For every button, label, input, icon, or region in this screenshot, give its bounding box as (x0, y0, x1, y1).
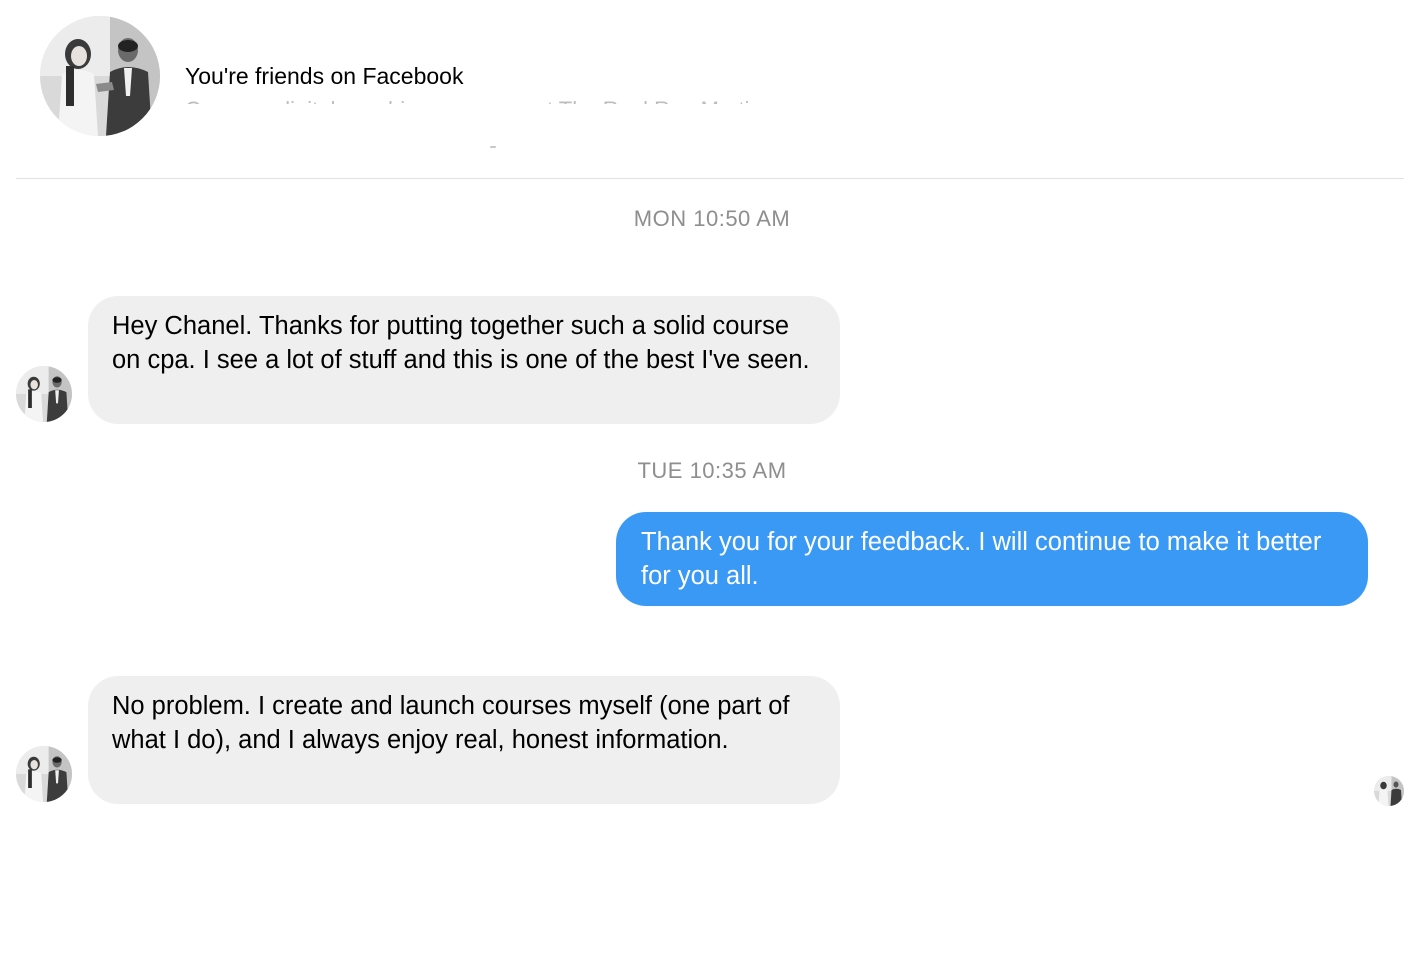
header-text-fragment (490, 142, 498, 148)
contact-avatar[interactable] (40, 16, 160, 136)
profile-subtext: Co-owns digital coaching programs at The… (185, 96, 785, 104)
couple-photo-icon (16, 366, 72, 422)
sender-avatar[interactable] (16, 366, 72, 422)
outgoing-message[interactable]: Thank you for your feedback. I will cont… (616, 512, 1368, 606)
friends-status-text: You're friends on Facebook (185, 63, 464, 89)
timestamp: MON 10:50 AM (633, 206, 791, 231)
read-receipt-icon (1374, 776, 1404, 806)
couple-photo-icon (40, 16, 160, 136)
conversation-header: You're friends on Facebook Co-owns digit… (0, 0, 1416, 180)
header-divider (16, 178, 1404, 179)
couple-photo-icon (16, 746, 72, 802)
profile-subtext-clip: Co-owns digital coaching programs at The… (185, 92, 785, 104)
sender-avatar[interactable] (16, 746, 72, 802)
read-receipt-avatar (1374, 776, 1404, 806)
incoming-message[interactable]: Hey Chanel. Thanks for putting together … (88, 296, 840, 424)
timestamp: TUE 10:35 AM (637, 458, 787, 483)
incoming-message[interactable]: No problem. I create and launch courses … (88, 676, 840, 804)
